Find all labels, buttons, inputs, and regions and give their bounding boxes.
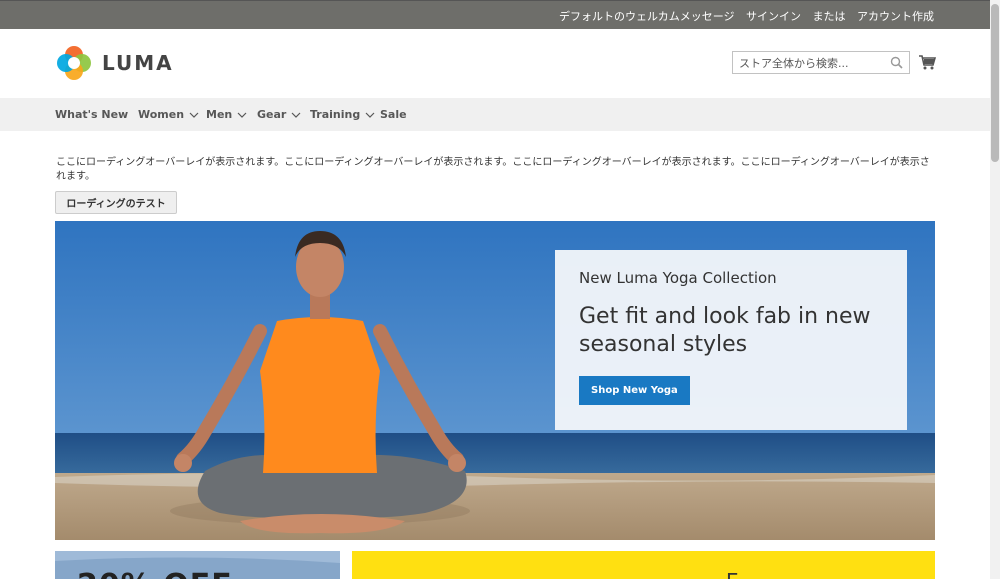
nav-item-label: Training	[310, 108, 361, 121]
nav-item-label: Gear	[257, 108, 287, 121]
promo-right-text: E	[726, 569, 739, 579]
sign-in-link[interactable]: サインイン	[746, 10, 801, 23]
logo-link[interactable]: LUMA	[56, 45, 174, 81]
promo-banner-left[interactable]: 20% OFF	[55, 551, 340, 579]
nav-item-training[interactable]: Training	[310, 108, 375, 121]
top-bar: デフォルトのウェルカムメッセージ サインイン または アカウント作成	[0, 0, 990, 29]
chevron-down-icon	[237, 112, 247, 118]
nav-item-sale[interactable]: Sale	[380, 108, 407, 121]
promo-left-text: 20% OFF	[77, 568, 233, 579]
welcome-message: デフォルトのウェルカムメッセージ	[559, 10, 735, 23]
cart-icon[interactable]	[918, 53, 936, 71]
header: LUMA	[0, 29, 990, 98]
search-input[interactable]	[733, 53, 883, 74]
nav-item-men[interactable]: Men	[206, 108, 247, 121]
top-links: デフォルトのウェルカムメッセージ サインイン または アカウント作成	[551, 8, 934, 24]
loading-test-button[interactable]: ローディングのテスト	[55, 191, 177, 214]
nav-item-label: What's New	[55, 108, 129, 121]
chevron-down-icon	[365, 112, 375, 118]
hero-card: New Luma Yoga Collection Get fit and loo…	[555, 250, 907, 430]
promo-banner-right[interactable]: E	[352, 551, 935, 579]
loading-notice: ここにローディングオーバーレイが表示されます。ここにローディングオーバーレイが表…	[56, 157, 930, 182]
hero-title: Get fit and look fab in new seasonal sty…	[579, 304, 871, 357]
page-scrollbar[interactable]	[990, 0, 1000, 579]
shop-new-yoga-button[interactable]: Shop New Yoga	[579, 376, 690, 405]
nav-item-label: Women	[138, 108, 185, 121]
scrollbar-thumb[interactable]	[991, 4, 999, 162]
or-text: または	[812, 10, 846, 23]
search-icon[interactable]	[890, 56, 903, 69]
nav-item-gear[interactable]: Gear	[257, 108, 301, 121]
chevron-down-icon	[189, 112, 199, 118]
nav-item-women[interactable]: Women	[138, 108, 199, 121]
search-box	[732, 51, 910, 74]
nav-item-whats-new[interactable]: What's New	[55, 108, 128, 121]
chevron-down-icon	[291, 112, 301, 118]
create-account-link[interactable]: アカウント作成	[857, 10, 934, 23]
hero-subtitle: New Luma Yoga Collection	[579, 269, 777, 287]
hero-banner[interactable]: New Luma Yoga Collection Get fit and loo…	[55, 221, 935, 540]
luma-logo-icon	[57, 46, 91, 80]
nav-item-label: Sale	[380, 108, 407, 121]
main-navigation: What's New Women Men Gear Training Sale	[0, 98, 990, 131]
logo-text: LUMA	[102, 51, 174, 75]
nav-item-label: Men	[206, 108, 233, 121]
